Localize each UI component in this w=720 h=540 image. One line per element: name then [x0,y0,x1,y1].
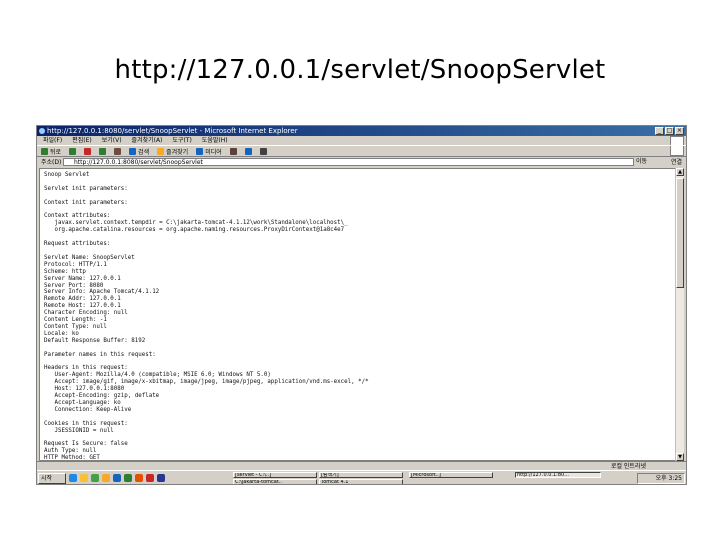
forward-arrow-icon [69,147,77,155]
toolbar-label: 즐겨찾기 [166,148,189,156]
toolbar-button-mail[interactable] [244,147,252,155]
toolbar-button-print[interactable] [259,147,267,155]
taskbar-item[interactable]: C:\jakarta-tomcat.. [233,479,317,484]
menu-file[interactable]: 파일(F) [43,136,62,145]
window-title: http://127.0.0.1:8080/servlet/SnoopServl… [47,127,298,135]
scroll-up-icon[interactable]: ▲ [676,168,684,176]
clock: 오후 3:25 [655,475,682,482]
scroll-thumb[interactable] [676,178,684,288]
menu-tools[interactable]: 도구(T) [172,136,191,145]
word-icon[interactable] [113,474,121,482]
ie-icon[interactable] [69,474,77,482]
window-titlebar[interactable]: http://127.0.0.1:8080/servlet/SnoopServl… [37,126,686,136]
toolbar-button-home[interactable] [114,147,122,155]
taskbar-item[interactable]: Tomcat 4.1 [319,479,403,484]
window-controls: _ □ × [655,127,684,135]
taskbar: 시작 [servlet - C:\..] [탐색기] [Microsoft..] ht… [37,470,686,484]
acrobat-icon[interactable] [146,474,154,482]
toolbar-button-history[interactable] [229,147,237,155]
toolbar-button-search[interactable]: 검색 [129,147,149,156]
menu-bar: 파일(F) 편집(E) 보기(V) 즐겨찾기(A) 도구(T) 도움말(H) [37,136,686,156]
menu-help[interactable]: 도움말(H) [202,136,228,145]
close-button[interactable]: × [675,127,684,135]
go-button[interactable]: 이동 [636,158,650,166]
outlook-icon[interactable] [80,474,88,482]
excel-icon[interactable] [124,474,132,482]
mail-icon [244,147,252,155]
media-icon [196,147,204,155]
favorites-icon [157,147,165,155]
address-label: 주소(D) [41,159,62,166]
desktop-icon[interactable] [91,474,99,482]
quick-launch [69,474,165,482]
scroll-down-icon[interactable]: ▼ [676,453,684,461]
folder-icon[interactable] [102,474,110,482]
search-icon [129,147,137,155]
menu-view[interactable]: 보기(V) [102,136,122,145]
history-icon [229,147,237,155]
taskbar-item[interactable]: [탐색기] [319,472,403,478]
toolbar-button-stop[interactable] [84,147,92,155]
menu-edit[interactable]: 편집(E) [72,136,92,145]
start-button[interactable]: 시작 [38,473,66,484]
back-arrow-icon [41,147,48,155]
page-content: Snoop Servlet Servlet init parameters: C… [39,168,676,461]
toolbar: 뒤로 검색 즐겨찾기 미디어 [37,145,686,157]
taskbar-item[interactable]: [servlet - C:\..] [233,472,317,478]
print-icon [259,147,267,155]
hwp-icon[interactable] [157,474,165,482]
vertical-scrollbar[interactable]: ▲ ▼ [675,168,684,461]
powerpoint-icon[interactable] [135,474,143,482]
system-tray: 오후 3:25 [637,473,685,484]
maximize-button[interactable]: □ [665,127,674,135]
toolbar-button-favorites[interactable]: 즐겨찾기 [157,147,188,156]
menu-favorites[interactable]: 즐겨찾기(A) [132,136,163,145]
snoop-output: Snoop Servlet Servlet init parameters: C… [44,172,369,461]
slide-title: http://127.0.0.1/servlet/SnoopServlet [114,55,606,85]
taskbar-item[interactable]: http://127.0.0.1:80... [515,472,601,478]
toolbar-button-back-arrow[interactable]: 뒤로 [41,147,61,156]
browser-screenshot: http://127.0.0.1:8080/servlet/SnoopServl… [36,125,687,485]
links-button[interactable]: 연결 [671,157,682,168]
stop-icon [84,147,92,155]
toolbar-label: 검색 [138,148,150,156]
toolbar-button-refresh[interactable] [99,147,107,155]
toolbar-label: 미디어 [205,148,222,156]
toolbar-label: 뒤로 [50,148,62,156]
toolbar-button-media[interactable]: 미디어 [196,147,222,156]
address-bar: 주소(D) http://127.0.0.1:8080/servlet/Snoo… [37,157,686,168]
minimize-button[interactable]: _ [655,127,664,135]
ie-logo-icon [39,128,45,134]
home-icon [114,147,122,155]
address-input[interactable]: http://127.0.0.1:8080/servlet/SnoopServl… [63,158,634,166]
refresh-icon [99,147,107,155]
taskbar-item[interactable]: [Microsoft..] [409,472,493,478]
toolbar-button-forward-arrow[interactable] [69,147,77,155]
